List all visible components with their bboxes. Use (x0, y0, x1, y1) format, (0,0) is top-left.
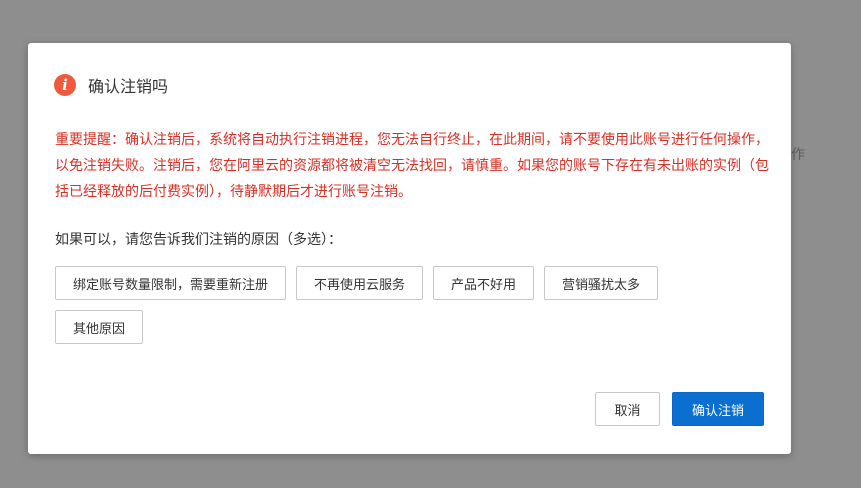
dialog-header: i 确认注销吗 (54, 73, 168, 97)
reason-question: 如果可以，请您告诉我们注销的原因（多选）： (55, 232, 342, 248)
confirm-cancel-account-button[interactable]: 确认注销 (672, 392, 764, 426)
reason-option-other[interactable]: 其他原因 (55, 310, 144, 344)
reason-option-marketing-spam[interactable]: 营销骚扰太多 (544, 266, 659, 300)
dialog-footer: 取消 确认注销 (595, 392, 764, 426)
background-text: 作 (791, 147, 805, 163)
reason-option-account-limit[interactable]: 绑定账号数量限制，需要重新注册 (55, 266, 287, 300)
reason-option-bad-product[interactable]: 产品不好用 (433, 266, 535, 300)
warning-notice: 重要提醒：确认注销后，系统将自动执行注销进程，您无法自行终止，在此期间，请不要使… (55, 132, 769, 200)
cancel-account-dialog: i 确认注销吗 重要提醒：确认注销后，系统将自动执行注销进程，您无法自行终止，在… (28, 43, 791, 454)
reason-option-no-longer-use[interactable]: 不再使用云服务 (296, 266, 424, 300)
reason-options: 绑定账号数量限制，需要重新注册 不再使用云服务 产品不好用 营销骚扰太多 其他原… (55, 266, 755, 344)
warning-info-icon: i (54, 74, 76, 96)
cancel-button[interactable]: 取消 (595, 392, 660, 426)
dialog-title: 确认注销吗 (88, 77, 169, 96)
